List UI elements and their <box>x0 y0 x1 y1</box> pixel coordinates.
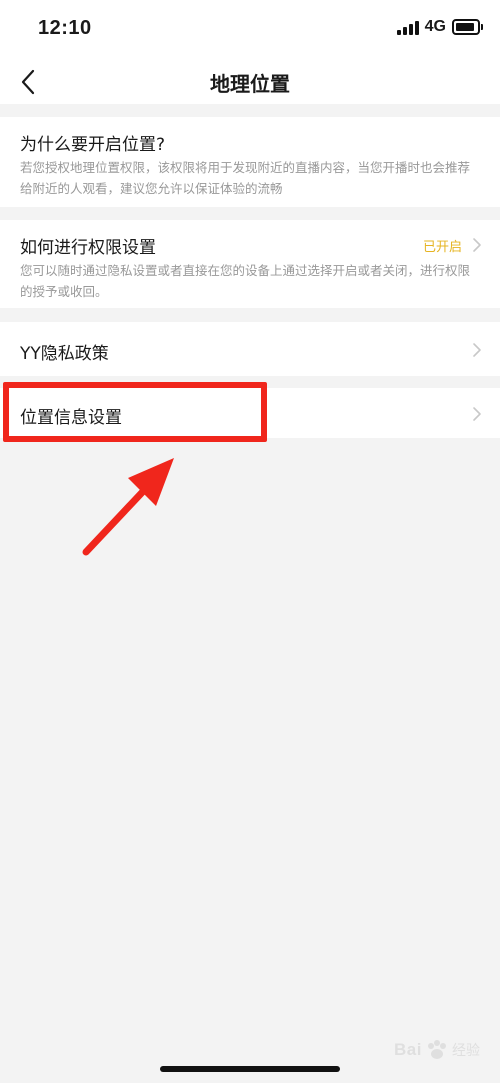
status-time: 12:10 <box>38 17 92 39</box>
permission-settings-desc: 您可以随时通过隐私设置或者直接在您的设备上通过选择开启或者关闭，进行权限的授予或… <box>20 263 471 299</box>
nav-bar: 地理位置 <box>0 60 500 104</box>
privacy-policy-title: YY隐私政策 <box>20 344 109 364</box>
battery-icon <box>452 19 483 35</box>
page-title: 地理位置 <box>210 72 290 96</box>
status-indicators: 4G <box>396 18 483 36</box>
chevron-right-icon <box>473 407 481 421</box>
permission-settings-row[interactable]: 如何进行权限设置 已开启 您可以随时通过隐私设置或者直接在您的设备上通过选择开启… <box>0 220 500 308</box>
watermark-suffix: 经验 <box>452 1043 480 1059</box>
permission-settings-title: 如何进行权限设置 <box>20 238 156 258</box>
signal-icon <box>396 20 419 35</box>
watermark-brand: Bai <box>394 1040 422 1059</box>
section-why-desc: 若您授权地理位置权限，该权限将用于发现附近的直播内容，当您开播时也会推荐给附近的… <box>20 160 471 196</box>
annotation-arrow-icon <box>82 458 174 556</box>
paw-logo-icon <box>428 1040 446 1059</box>
section-why-location: 为什么要开启位置? 若您授权地理位置权限，该权限将用于发现附近的直播内容，当您开… <box>0 117 500 207</box>
status-bar: 12:10 4G <box>0 0 500 60</box>
network-label: 4G <box>424 18 446 35</box>
section-why-title: 为什么要开启位置? <box>20 135 166 155</box>
watermark: Bai 经验 <box>394 1038 480 1062</box>
privacy-policy-row[interactable]: YY隐私政策 <box>0 322 500 376</box>
chevron-right-icon <box>473 343 481 357</box>
annotation-highlight-box <box>3 382 267 442</box>
home-indicator[interactable] <box>160 1066 340 1072</box>
chevron-right-icon <box>473 238 481 252</box>
permission-status-badge: 已开启 <box>422 240 462 255</box>
